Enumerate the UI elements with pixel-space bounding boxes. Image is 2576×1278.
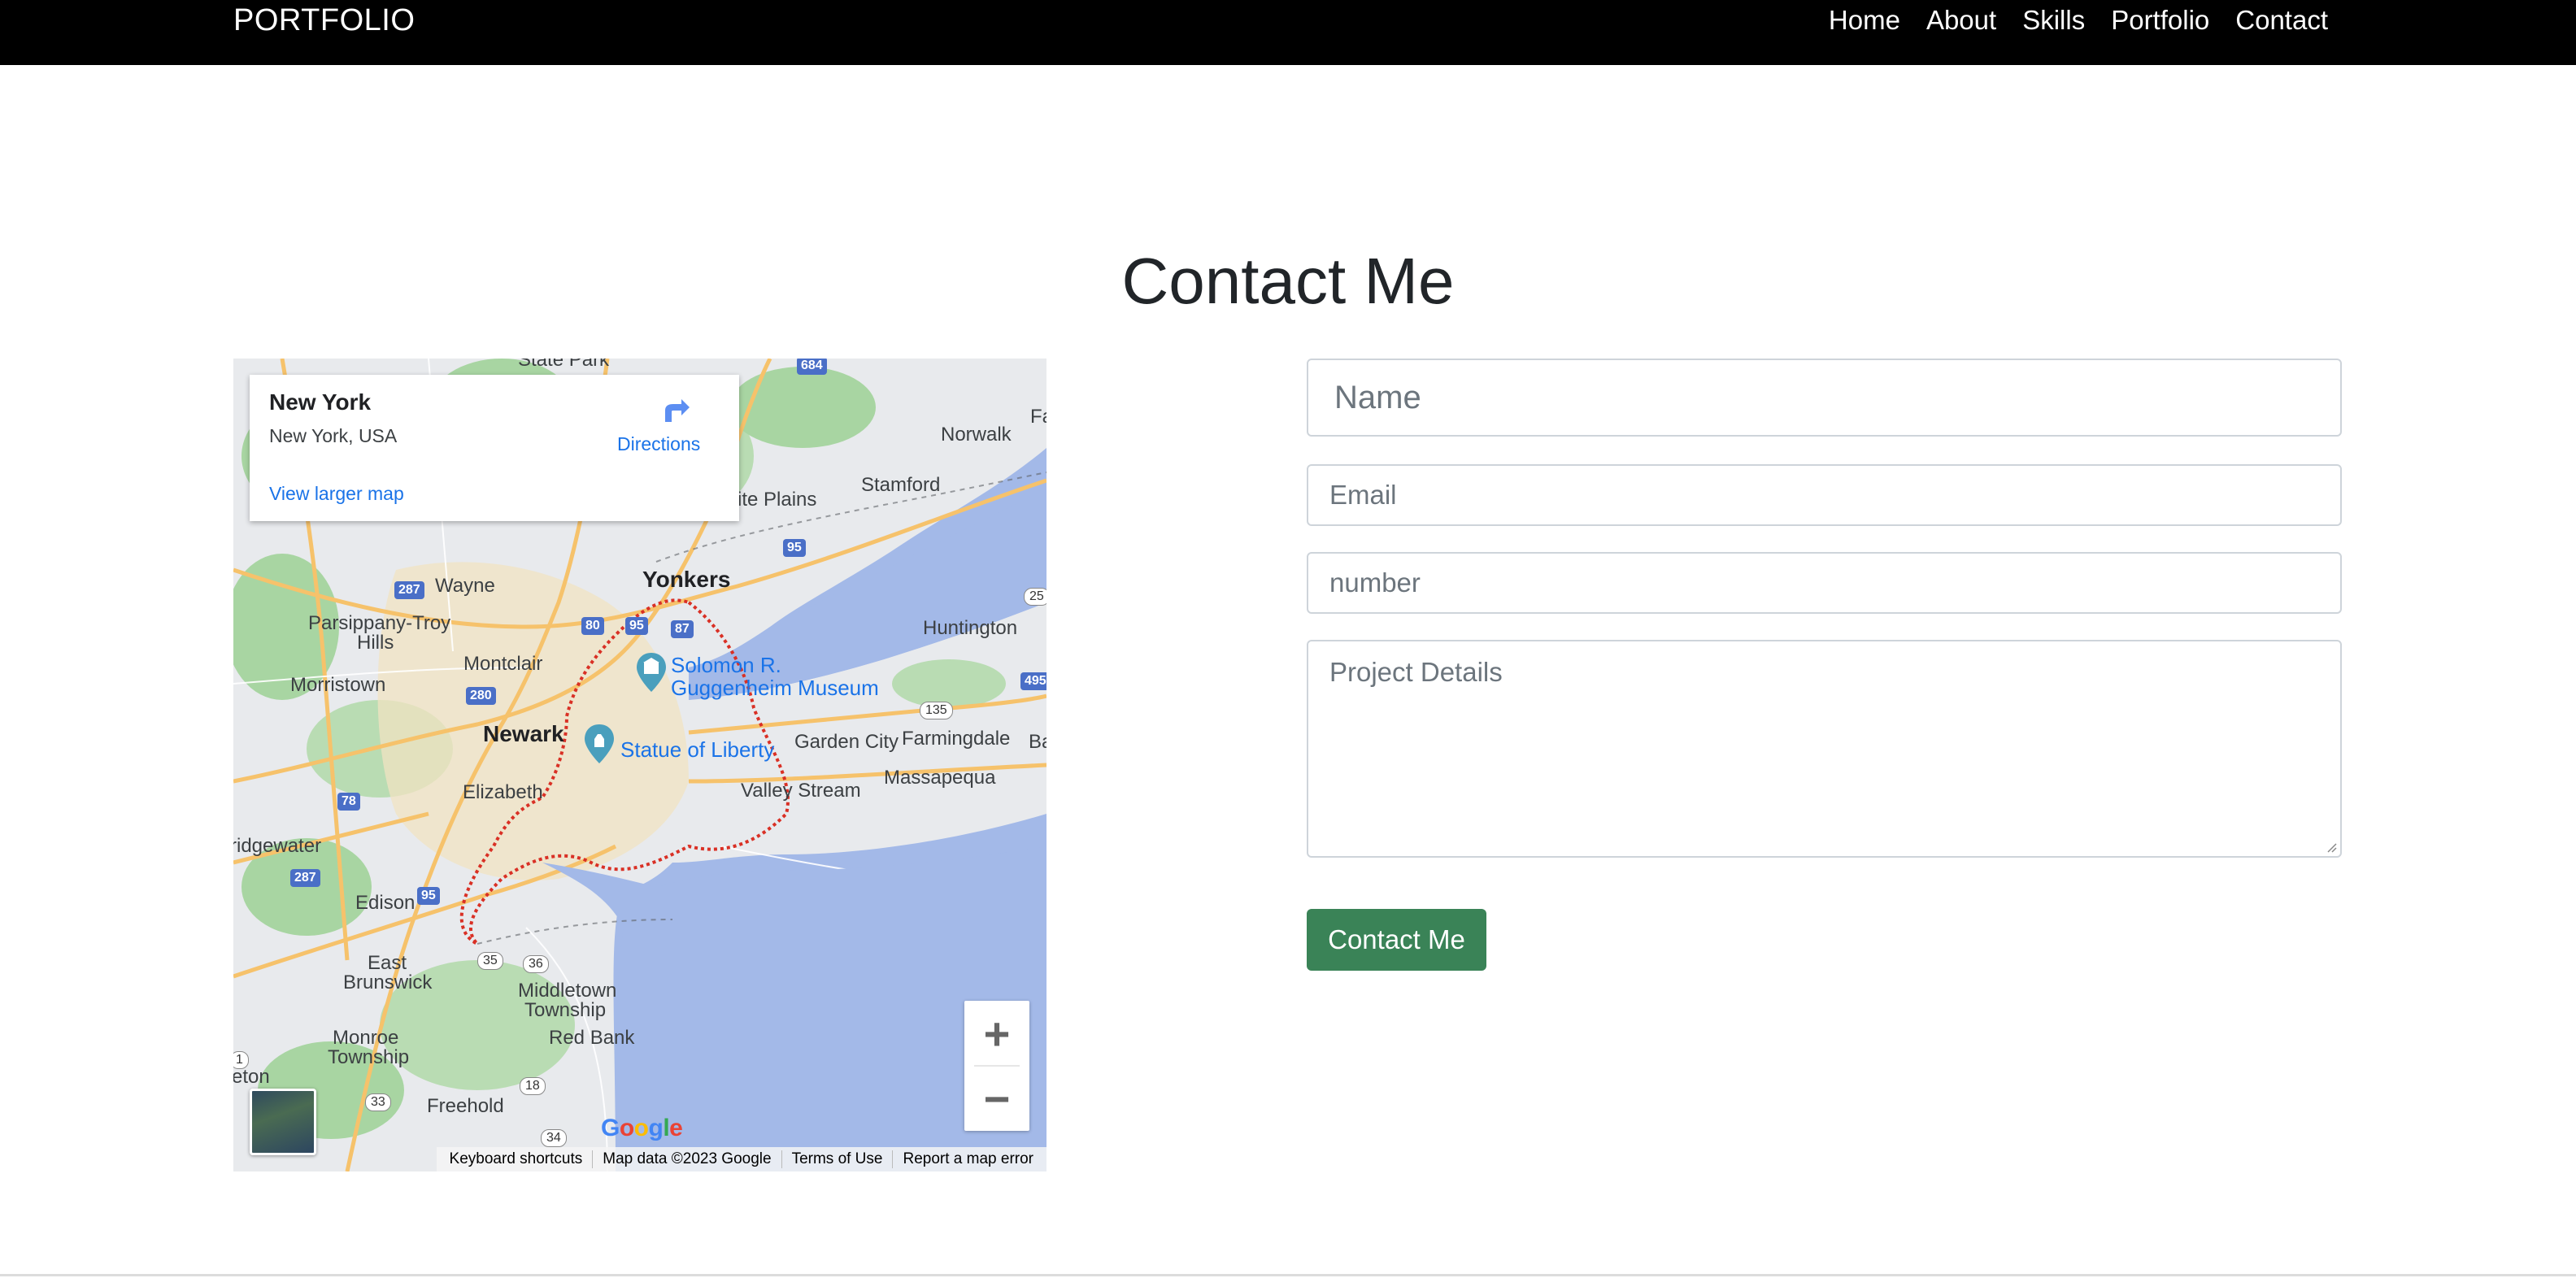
- map-label-state-park: State Park: [518, 359, 610, 371]
- map-label-hills: Hills: [357, 632, 394, 654]
- map-label-solomon: Solomon R.: [671, 653, 781, 677]
- route-shield-34: 34: [541, 1129, 567, 1147]
- route-shield-87: 87: [671, 620, 694, 638]
- google-logo-letter-o2: o: [633, 1115, 649, 1141]
- zoom-in-button[interactable]: +: [964, 1001, 1029, 1066]
- route-shield-684: 684: [797, 359, 827, 375]
- nav-link-skills[interactable]: Skills: [2022, 3, 2085, 37]
- nav-link-contact[interactable]: Contact: [2235, 3, 2328, 37]
- map-label-guggenheim: Guggenheim Museum: [671, 676, 879, 700]
- route-shield-80: 80: [581, 617, 604, 635]
- contact-me-button[interactable]: Contact Me: [1307, 909, 1486, 971]
- map-attribution: Keyboard shortcuts Map data ©2023 Google…: [436, 1147, 1046, 1172]
- map-label-garden-city: Garden City: [794, 731, 899, 753]
- map-label-white-plains: ite Plains: [738, 489, 817, 511]
- map-label-brunswick: Brunswick: [343, 972, 433, 993]
- page-title-text: Contact Me: [1121, 245, 1455, 317]
- map-label-valley-stream: Valley Stream: [741, 780, 861, 802]
- map-label-yonkers: Yonkers: [642, 567, 731, 592]
- resize-grip-icon[interactable]: [2324, 840, 2337, 853]
- zoom-controls: + −: [964, 1001, 1029, 1131]
- google-logo-letter-o1: o: [619, 1115, 634, 1141]
- google-logo-letter-g2: g: [648, 1115, 664, 1141]
- route-shield-25: 25: [1024, 588, 1046, 606]
- zoom-out-button[interactable]: −: [964, 1066, 1029, 1131]
- map-label-monroe-township: Township: [328, 1046, 410, 1068]
- map-label-wayne: Wayne: [435, 575, 495, 597]
- report-map-error-link[interactable]: Report a map error: [893, 1150, 1043, 1168]
- google-logo: Google: [601, 1115, 683, 1142]
- map-label-ba: Ba: [1029, 731, 1046, 753]
- map-info-card: New York New York, USA View larger map D…: [250, 375, 739, 521]
- map-label-red-bank: Red Bank: [549, 1027, 635, 1049]
- map-label-huntington: Huntington: [923, 617, 1018, 639]
- museum-pin-icon[interactable]: [635, 651, 668, 693]
- route-shield-1: 1: [233, 1051, 249, 1069]
- keyboard-shortcuts-link[interactable]: Keyboard shortcuts: [440, 1150, 593, 1168]
- map-label-farmingdale: Farmingdale: [902, 728, 1011, 750]
- map-label-massapequa: Massapequa: [884, 767, 996, 789]
- route-shield-78: 78: [337, 793, 360, 811]
- route-shield-280: 280: [466, 687, 496, 705]
- route-shield-95-south: 95: [417, 887, 440, 905]
- map-label-morristown: Morristown: [290, 674, 386, 696]
- number-input[interactable]: number: [1307, 552, 2342, 614]
- route-shield-33: 33: [365, 1093, 391, 1111]
- map-label-elizabeth: Elizabeth: [463, 781, 543, 803]
- navbar: PORTFOLIO Home About Skills Portfolio Co…: [0, 0, 2576, 65]
- project-details-textarea[interactable]: Project Details: [1307, 640, 2342, 858]
- map-place-subtitle: New York, USA: [269, 425, 398, 446]
- nav-links: Home About Skills Portfolio Contact: [1803, 3, 2328, 37]
- route-shield-495: 495: [1020, 672, 1046, 690]
- route-shield-95-north: 95: [783, 539, 806, 557]
- route-shield-287-south: 287: [290, 869, 320, 887]
- brand-logo[interactable]: PORTFOLIO: [233, 3, 415, 37]
- route-shield-287: 287: [394, 581, 424, 599]
- email-input[interactable]: Email: [1307, 464, 2342, 526]
- route-shield-35: 35: [477, 952, 503, 970]
- google-logo-letter-e: e: [669, 1115, 683, 1141]
- nav-link-home[interactable]: Home: [1829, 3, 1900, 37]
- map-label-newark: Newark: [483, 721, 564, 746]
- map-label-edison: Edison: [355, 892, 416, 914]
- directions-icon[interactable]: [659, 393, 691, 425]
- page-title: Contact Me: [0, 242, 2576, 320]
- footer-divider: [0, 1274, 2576, 1276]
- google-logo-letter-g: G: [601, 1115, 620, 1141]
- project-details-placeholder: Project Details: [1329, 657, 1503, 687]
- route-shield-135: 135: [920, 702, 953, 719]
- map-label-stamford: Stamford: [861, 474, 941, 496]
- map-place-title: New York: [269, 389, 372, 415]
- map-label-freehold: Freehold: [427, 1095, 504, 1117]
- map-label-bridgewater: ridgewater: [233, 835, 322, 857]
- directions-link[interactable]: Directions: [617, 433, 700, 455]
- map-label-norwalk: Norwalk: [941, 424, 1012, 446]
- map-data-credit: Map data ©2023 Google: [603, 1150, 772, 1167]
- view-larger-map-link[interactable]: View larger map: [269, 483, 404, 505]
- satellite-layer-toggle[interactable]: [250, 1089, 316, 1155]
- nav-link-about[interactable]: About: [1926, 3, 1996, 37]
- route-shield-18: 18: [520, 1077, 546, 1095]
- map-label-eton: eton: [233, 1066, 270, 1088]
- name-input[interactable]: Name: [1307, 359, 2342, 437]
- google-logo-letter-l: l: [663, 1115, 670, 1141]
- map-label-statue-of-liberty: Statue of Liberty: [620, 737, 775, 762]
- route-shield-36: 36: [523, 955, 549, 973]
- map-label-montclair: Montclair: [463, 653, 543, 675]
- map-label-fa: Fa: [1030, 406, 1046, 428]
- terms-of-use-link[interactable]: Terms of Use: [782, 1150, 893, 1168]
- nav-link-portfolio[interactable]: Portfolio: [2111, 3, 2209, 37]
- map-label-township: Township: [524, 999, 607, 1021]
- route-shield-95: 95: [625, 617, 648, 635]
- statue-pin-icon[interactable]: [583, 723, 616, 765]
- embedded-map[interactable]: State Park Norwalk Fa ite Plains Stamfor…: [233, 359, 1046, 1172]
